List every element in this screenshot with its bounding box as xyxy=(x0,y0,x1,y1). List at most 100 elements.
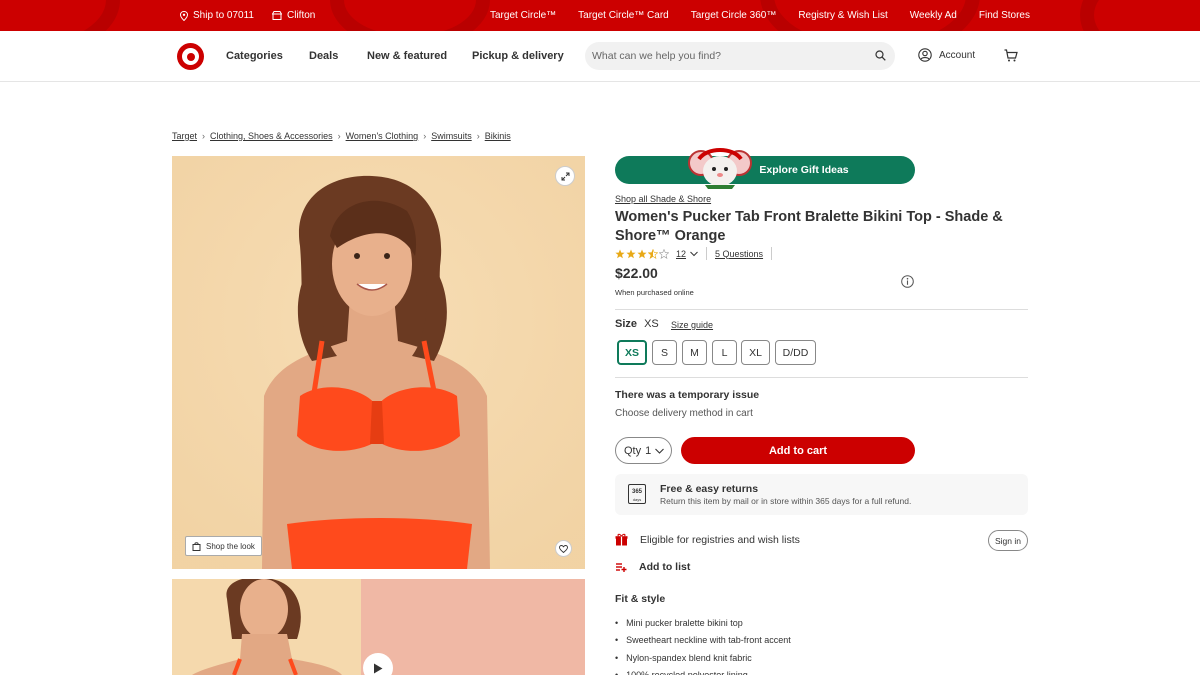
account-icon xyxy=(918,48,932,62)
utility-link-weekly-ad[interactable]: Weekly Ad xyxy=(910,10,957,21)
gift-banner-label: Explore Gift Ideas xyxy=(759,164,849,176)
utility-link-circle-360[interactable]: Target Circle 360™ xyxy=(691,10,777,21)
add-to-list-label: Add to list xyxy=(639,561,691,573)
nav-deals[interactable]: Deals xyxy=(309,50,338,62)
registry-label: Eligible for registries and wish lists xyxy=(640,533,800,546)
breadcrumb: Target › Clothing, Shoes & Accessories ›… xyxy=(172,131,511,141)
product-price: $22.00 xyxy=(615,265,658,281)
shop-all-brand-link[interactable]: Shop all Shade & Shore xyxy=(615,194,711,204)
model-thumbnail-illustration xyxy=(172,579,361,675)
chevron-down-icon[interactable] xyxy=(690,251,698,257)
nav-categories[interactable]: Categories xyxy=(226,50,283,62)
star-empty-icon xyxy=(659,248,669,259)
list-item: Nylon-spandex blend knit fabric xyxy=(615,649,791,667)
list-item: 100% recycled polyester lining xyxy=(615,667,791,675)
play-icon xyxy=(374,663,383,673)
main-header: Categories Deals New & featured Pickup &… xyxy=(0,31,1200,82)
breadcrumb-bikinis[interactable]: Bikinis xyxy=(485,131,511,141)
size-guide-link[interactable]: Size guide xyxy=(671,320,713,330)
info-icon[interactable] xyxy=(901,275,914,288)
size-option-m[interactable]: M xyxy=(682,340,707,365)
size-option-d-dd[interactable]: D/DD xyxy=(775,340,816,365)
returns-badge-number: 365 xyxy=(631,489,642,495)
star-half-icon xyxy=(648,248,658,259)
favorite-button[interactable] xyxy=(555,540,572,557)
gallery-thumbnail-1[interactable] xyxy=(172,579,361,675)
size-option-xs[interactable]: XS xyxy=(617,340,647,365)
qty-label: Qty xyxy=(624,444,642,457)
list-add-icon xyxy=(616,563,627,572)
divider xyxy=(771,247,773,260)
store-label: Clifton xyxy=(287,10,316,21)
chevron-right-icon: › xyxy=(423,131,427,141)
shop-the-look-button[interactable]: Shop the look xyxy=(185,536,262,556)
chevron-right-icon: › xyxy=(476,131,480,141)
issue-title: There was a temporary issue xyxy=(615,389,760,401)
ship-to-link[interactable]: Ship to 07011 xyxy=(180,10,254,21)
heart-icon xyxy=(559,544,568,553)
utility-link-circle-card[interactable]: Target Circle™ Card xyxy=(578,10,669,21)
sign-in-button[interactable]: Sign in xyxy=(988,530,1028,551)
size-option-s[interactable]: S xyxy=(652,340,677,365)
add-to-list-button[interactable]: Add to list xyxy=(615,561,690,573)
cart-icon[interactable] xyxy=(1004,49,1018,62)
price-note: When purchased online xyxy=(615,288,694,297)
questions-link[interactable]: 5 Questions xyxy=(715,249,763,259)
account-button[interactable]: Account xyxy=(918,48,975,62)
search-icon[interactable] xyxy=(875,50,886,61)
target-logo[interactable] xyxy=(177,43,204,70)
returns-badge-days: days xyxy=(632,497,642,502)
size-option-xl[interactable]: XL xyxy=(741,340,770,365)
product-main-image[interactable] xyxy=(172,156,585,569)
utility-link-find-stores[interactable]: Find Stores xyxy=(979,10,1030,21)
star-full-icon xyxy=(637,249,647,258)
store-icon xyxy=(272,11,282,20)
breadcrumb-womens-clothing[interactable]: Women's Clothing xyxy=(346,131,419,141)
store-link[interactable]: Clifton xyxy=(272,10,315,21)
returns-calendar-icon: 365 days xyxy=(628,484,646,504)
gallery-thumbnail-video[interactable] xyxy=(361,579,585,675)
fit-style-heading: Fit & style xyxy=(615,593,666,605)
breadcrumb-swimsuits[interactable]: Swimsuits xyxy=(431,131,472,141)
star-full-icon xyxy=(626,249,636,258)
expand-image-button[interactable] xyxy=(555,166,575,186)
nav-pickup-delivery[interactable]: Pickup & delivery xyxy=(472,50,564,62)
fit-style-list: Mini pucker bralette bikini top Sweethea… xyxy=(615,614,791,675)
returns-subtitle: Return this item by mail or in store wit… xyxy=(660,496,912,506)
size-option-l[interactable]: L xyxy=(712,340,737,365)
utility-link-target-circle[interactable]: Target Circle™ xyxy=(490,10,556,21)
video-play-button[interactable] xyxy=(363,653,393,675)
utility-link-registry[interactable]: Registry & Wish List xyxy=(798,10,887,21)
review-count-link[interactable]: 12 xyxy=(676,249,686,259)
returns-info: 365 days Free & easy returns Return this… xyxy=(615,474,1028,515)
chevron-down-icon xyxy=(655,448,665,454)
size-label: Size xyxy=(615,318,638,330)
model-illustration xyxy=(172,156,585,569)
breadcrumb-target[interactable]: Target xyxy=(172,131,197,141)
nav-new-featured[interactable]: New & featured xyxy=(367,50,447,62)
star-rating[interactable] xyxy=(615,248,669,259)
returns-title: Free & easy returns xyxy=(660,483,759,495)
qty-value: 1 xyxy=(645,444,652,457)
chevron-right-icon: › xyxy=(202,131,206,141)
list-item: Sweetheart neckline with tab-front accen… xyxy=(615,632,791,650)
explore-gift-ideas-banner[interactable]: Explore Gift Ideas xyxy=(615,156,915,184)
breadcrumb-clothing[interactable]: Clothing, Shoes & Accessories xyxy=(210,131,333,141)
holiday-mouse-icon xyxy=(688,148,752,189)
search-bar xyxy=(585,42,895,70)
gift-icon xyxy=(615,533,628,546)
ship-to-label: Ship to 07011 xyxy=(193,10,254,21)
search-input[interactable] xyxy=(592,48,862,64)
utility-links: Target Circle™ Target Circle™ Card Targe… xyxy=(490,10,1030,21)
size-label-row: Size XS xyxy=(615,318,659,330)
divider xyxy=(615,309,1028,310)
star-full-icon xyxy=(615,249,625,258)
top-utility-bar: Ship to 07011 Clifton Target Circle™ Tar… xyxy=(0,0,1200,31)
quantity-select[interactable]: Qty 1 xyxy=(615,437,672,464)
location-pin-icon xyxy=(180,10,188,21)
registry-row: Eligible for registries and wish lists xyxy=(615,533,800,546)
expand-icon xyxy=(561,172,569,180)
product-title: Women's Pucker Tab Front Bralette Bikini… xyxy=(615,209,1003,244)
add-to-cart-button[interactable]: Add to cart xyxy=(681,437,915,464)
size-selected-value: XS xyxy=(644,318,659,330)
